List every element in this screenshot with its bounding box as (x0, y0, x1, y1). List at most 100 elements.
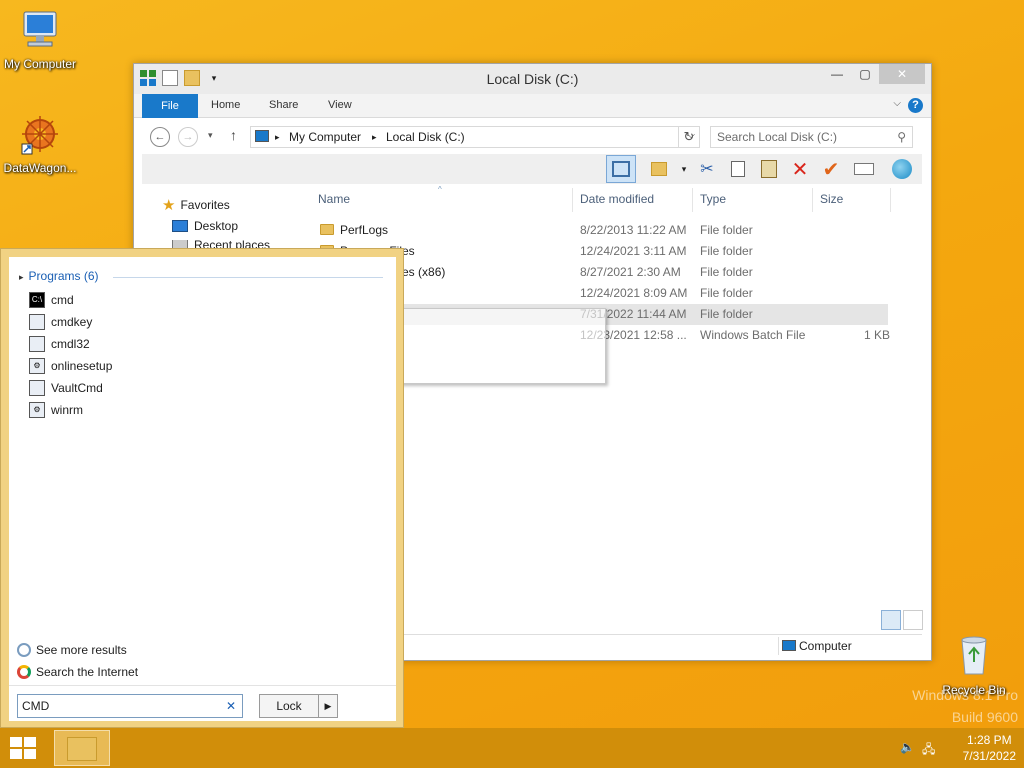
file-type: File folder (700, 286, 753, 300)
computer-icon (23, 11, 57, 47)
clear-search-icon[interactable]: ✕ (226, 699, 236, 713)
start-button[interactable] (8, 734, 38, 762)
copy-icon[interactable] (726, 157, 750, 181)
program-item-winrm[interactable]: ⚙ winrm (29, 400, 83, 420)
delete-icon[interactable]: ✕ (788, 157, 812, 181)
file-type: File folder (700, 223, 753, 237)
start-search-footer: CMD ✕ Lock ▶ (9, 685, 396, 721)
start-search-input[interactable]: CMD ✕ (17, 694, 243, 718)
see-more-results-link[interactable]: See more results (17, 643, 127, 657)
file-type: File folder (700, 244, 753, 258)
collapse-ribbon-icon[interactable]: ⌵ (893, 98, 901, 109)
maximize-button[interactable]: ▢ (851, 64, 879, 84)
tab-view[interactable]: View (328, 99, 352, 111)
network-icon[interactable]: 🖧 (922, 740, 936, 756)
vertical-scrollbar[interactable] (915, 186, 925, 606)
nav-favorites[interactable]: ★ Favorites (162, 196, 230, 214)
volume-muted-icon[interactable]: 🔈 (900, 740, 915, 754)
up-arrow-icon[interactable]: ↑ (230, 127, 237, 143)
close-button[interactable]: ✕ (879, 64, 925, 84)
column-size[interactable]: Size (820, 192, 843, 206)
lock-button[interactable]: Lock (259, 694, 319, 718)
magnifier-icon (17, 643, 31, 657)
folder-icon (320, 224, 334, 235)
program-item-onlinesetup[interactable]: ⚙ onlinesetup (29, 356, 112, 376)
navigation-bar: ← → ▾ ↑ ▸ My Computer ▸ Local Disk (C:) … (134, 120, 931, 154)
app-icon (29, 380, 45, 396)
nav-item-desktop[interactable]: Desktop (172, 219, 238, 233)
program-item-vaultcmd[interactable]: VaultCmd (29, 378, 103, 398)
start-search-panel: ▸ Programs (6) C:\ cmd cmdkey cmdl32 ⚙ onli… (0, 248, 404, 728)
title-bar[interactable]: ▾ Local Disk (C:) — ▢ ✕ (134, 64, 931, 94)
column-headers: Name ^ Date modified Type Size (314, 185, 894, 212)
file-date: 12/24/2021 3:11 AM (580, 244, 687, 258)
file-type: File folder (700, 307, 753, 321)
minimize-button[interactable]: — (823, 64, 851, 84)
recycle-bin-icon (961, 636, 987, 675)
refresh-button[interactable]: ↻ (678, 126, 700, 148)
details-view-icon[interactable] (881, 610, 901, 630)
column-type[interactable]: Type (700, 192, 726, 206)
select-dropdown-icon[interactable]: ▾ (672, 157, 696, 181)
address-bar[interactable]: ▸ My Computer ▸ Local Disk (C:) ⌵ (250, 126, 700, 148)
clock[interactable]: 1:28 PM 7/31/2022 (963, 732, 1016, 764)
taskbar-file-explorer[interactable] (54, 730, 110, 766)
datawagon-icon (21, 116, 58, 155)
rename-check-icon[interactable]: ✔ (819, 157, 843, 181)
clock-date: 7/31/2022 (962, 749, 1016, 763)
search-placeholder: Search Local Disk (C:) (717, 130, 838, 144)
computer-small-icon (255, 130, 269, 145)
search-internet-link[interactable]: Search the Internet (17, 665, 138, 679)
taskbar: 🔈 🖧 1:28 PM 7/31/2022 (0, 728, 1024, 768)
shell-icon[interactable] (890, 157, 914, 181)
file-type: Windows Batch File (700, 328, 806, 342)
back-button[interactable]: ← (150, 127, 170, 147)
tab-file[interactable]: File (142, 94, 198, 118)
large-icons-view-icon[interactable] (903, 610, 923, 630)
clock-time: 1:28 PM (966, 733, 1012, 747)
file-date: 8/22/2013 11:22 AM (580, 223, 687, 237)
desktop-icon-datawagon[interactable]: DataWagon... (0, 112, 80, 175)
search-input[interactable]: Search Local Disk (C:) ⚲ (710, 126, 913, 148)
file-size: 1 KB (864, 328, 891, 342)
tab-home[interactable]: Home (211, 99, 240, 111)
watermark-build: Build 9600 (951, 709, 1018, 725)
watermark-edition: Windows 8.1 Pro (912, 687, 1018, 703)
file-date: 12/24/2021 8:09 AM (580, 286, 688, 300)
cut-icon[interactable]: ✂ (695, 157, 719, 181)
search-query: CMD (22, 699, 50, 713)
search-icon[interactable]: ⚲ (897, 130, 906, 144)
recent-locations-icon[interactable]: ▾ (208, 130, 213, 141)
view-toggle (881, 610, 923, 630)
breadcrumb-my-computer[interactable]: My Computer (289, 130, 361, 144)
start-search-results: ▸ Programs (6) C:\ cmd cmdkey cmdl32 ⚙ onli… (9, 257, 396, 721)
column-date-modified[interactable]: Date modified (580, 192, 654, 206)
breadcrumb-chevron-icon: ▸ (372, 132, 377, 142)
file-type: File folder (700, 265, 753, 279)
gear-icon: ⚙ (29, 402, 45, 418)
program-item-cmdl32[interactable]: cmdl32 (29, 334, 90, 354)
gear-icon: ⚙ (29, 358, 45, 374)
header-divider (113, 277, 383, 278)
desktop-icon-my-computer[interactable]: My Computer (0, 8, 80, 71)
power-options-arrow-icon[interactable]: ▶ (318, 694, 338, 718)
window-title: Local Disk (C:) (486, 71, 579, 87)
properties-button-icon[interactable] (852, 157, 876, 181)
breadcrumb-local-disk[interactable]: Local Disk (C:) (386, 130, 465, 144)
nav-item-label: Desktop (194, 219, 239, 233)
paste-icon[interactable] (757, 157, 781, 181)
status-location: Computer (799, 639, 852, 653)
desktop-folder-icon (172, 220, 188, 232)
help-icon[interactable]: ? (908, 98, 923, 113)
program-item-cmdkey[interactable]: cmdkey (29, 312, 92, 332)
preview-pane-icon[interactable] (606, 155, 636, 183)
forward-button[interactable]: → (178, 127, 198, 147)
column-name[interactable]: Name (318, 192, 350, 206)
windows-watermark: Windows 8.1 Pro Build 9600 (912, 684, 1018, 728)
file-explorer-icon (67, 737, 97, 761)
select-icon[interactable] (647, 157, 671, 181)
table-row[interactable]: PerfLogs 8/22/2013 11:22 AM File folder (314, 220, 888, 241)
tab-share[interactable]: Share (269, 99, 298, 111)
programs-header[interactable]: ▸ Programs (6) (19, 269, 99, 283)
program-item-cmd[interactable]: C:\ cmd (29, 290, 74, 310)
